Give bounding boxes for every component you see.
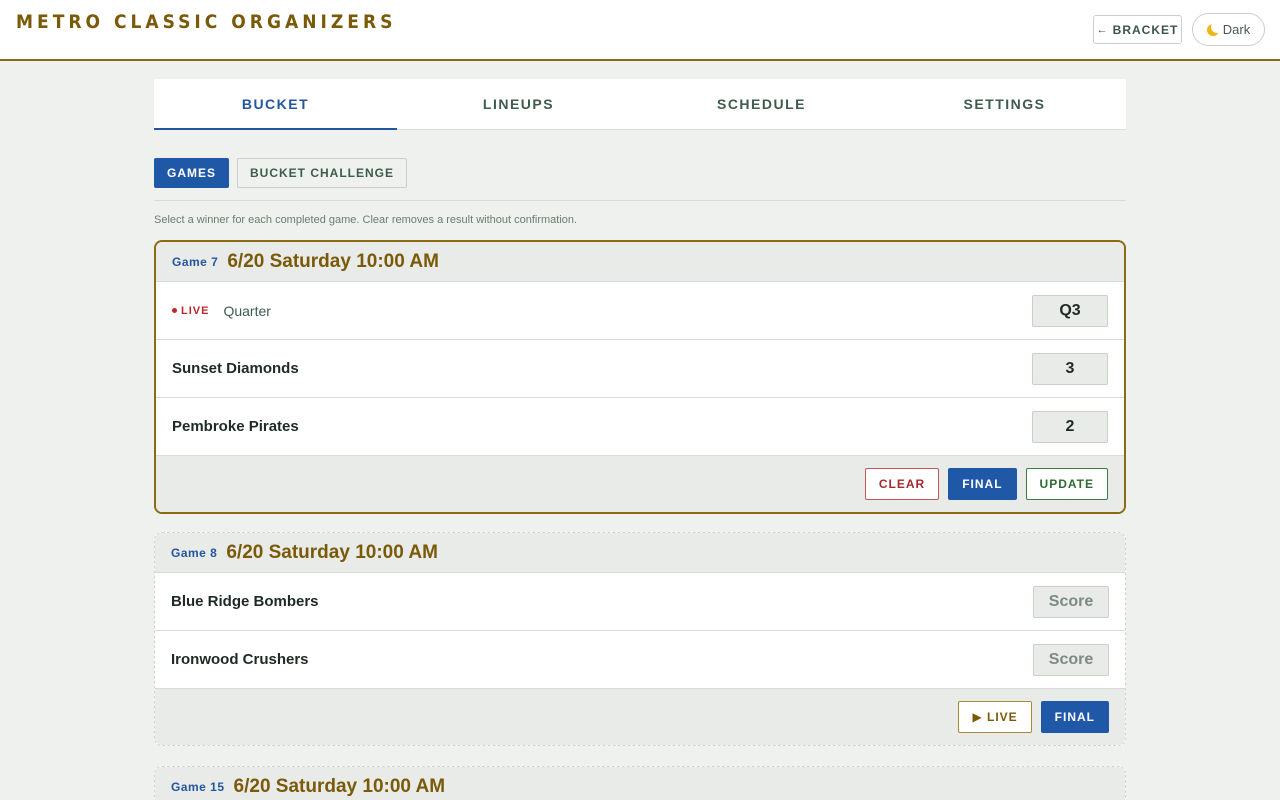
bracket-button-label: BRACKET	[1112, 22, 1179, 37]
game-header: Game 15 6/20 Saturday 10:00 AM	[155, 767, 1125, 800]
score-input[interactable]: 2	[1032, 411, 1108, 443]
game-number: Game 15	[171, 779, 225, 794]
section-divider	[154, 200, 1126, 201]
final-button[interactable]: FINAL	[948, 468, 1017, 500]
clear-button[interactable]: CLEAR	[864, 468, 940, 500]
go-live-button[interactable]: ▶ LIVE	[958, 701, 1032, 733]
dark-mode-toggle[interactable]: Dark	[1192, 13, 1265, 46]
moon-icon	[1206, 23, 1219, 36]
update-button[interactable]: UPDATE	[1025, 468, 1108, 500]
score-input[interactable]: 3	[1032, 353, 1108, 385]
period-row: LIVE Quarter Q3	[156, 282, 1124, 340]
live-badge-label: LIVE	[181, 304, 210, 317]
team-name: Blue Ridge Bombers	[171, 593, 319, 610]
subtab-bucket-challenge[interactable]: BUCKET CHALLENGE	[237, 158, 408, 188]
game-number: Game 8	[171, 545, 218, 560]
game-datetime: 6/20 Saturday 10:00 AM	[226, 541, 438, 563]
game-number: Game 7	[172, 254, 219, 269]
game-datetime: 6/20 Saturday 10:00 AM	[233, 775, 446, 797]
team-row: Sunset Diamonds 3	[156, 340, 1124, 398]
instructions-text: Select a winner for each completed game.…	[154, 214, 578, 226]
top-bar: METRO CLASSIC ORGANIZERS ← BRACKET Dark	[0, 0, 1280, 61]
team-name: Sunset Diamonds	[172, 360, 299, 377]
game-actions: CLEAR FINAL UPDATE	[156, 456, 1124, 512]
tab-settings[interactable]: SETTINGS	[883, 79, 1126, 129]
period-label: Quarter	[223, 302, 271, 319]
team-name: Pembroke Pirates	[172, 418, 299, 435]
main-tabs: BUCKET LINEUPS SCHEDULE SETTINGS	[154, 79, 1126, 130]
game-actions: ▶ LIVE FINAL	[155, 689, 1125, 745]
team-row: Blue Ridge Bombers Score	[155, 573, 1125, 631]
live-dot-icon	[172, 308, 177, 313]
game-header: Game 8 6/20 Saturday 10:00 AM	[155, 533, 1125, 573]
period-input[interactable]: Q3	[1032, 295, 1108, 327]
live-badge: LIVE	[172, 305, 209, 317]
game-datetime: 6/20 Saturday 10:00 AM	[227, 250, 439, 272]
team-name: Ironwood Crushers	[171, 651, 309, 668]
back-arrow-icon: ←	[1096, 23, 1109, 36]
dark-mode-label: Dark	[1222, 22, 1251, 37]
tab-lineups[interactable]: LINEUPS	[397, 79, 640, 129]
tab-bucket[interactable]: BUCKET	[154, 79, 397, 130]
sub-tabs: GAMES BUCKET CHALLENGE	[154, 158, 408, 188]
game-card: Game 8 6/20 Saturday 10:00 AM Blue Ridge…	[154, 532, 1126, 746]
bracket-button[interactable]: ← BRACKET	[1093, 15, 1182, 44]
subtab-games[interactable]: GAMES	[154, 158, 230, 188]
team-row: Ironwood Crushers Score	[155, 631, 1125, 689]
final-button[interactable]: FINAL	[1040, 701, 1109, 733]
game-header: Game 7 6/20 Saturday 10:00 AM	[156, 242, 1124, 282]
brand-title: METRO CLASSIC ORGANIZERS	[16, 11, 397, 33]
game-card: Game 7 6/20 Saturday 10:00 AM LIVE Quart…	[154, 240, 1126, 514]
score-input[interactable]: Score	[1033, 586, 1109, 618]
tab-schedule[interactable]: SCHEDULE	[640, 79, 883, 129]
team-row: Pembroke Pirates 2	[156, 398, 1124, 456]
score-input[interactable]: Score	[1033, 644, 1109, 676]
game-card: Game 15 6/20 Saturday 10:00 AM	[154, 766, 1126, 800]
